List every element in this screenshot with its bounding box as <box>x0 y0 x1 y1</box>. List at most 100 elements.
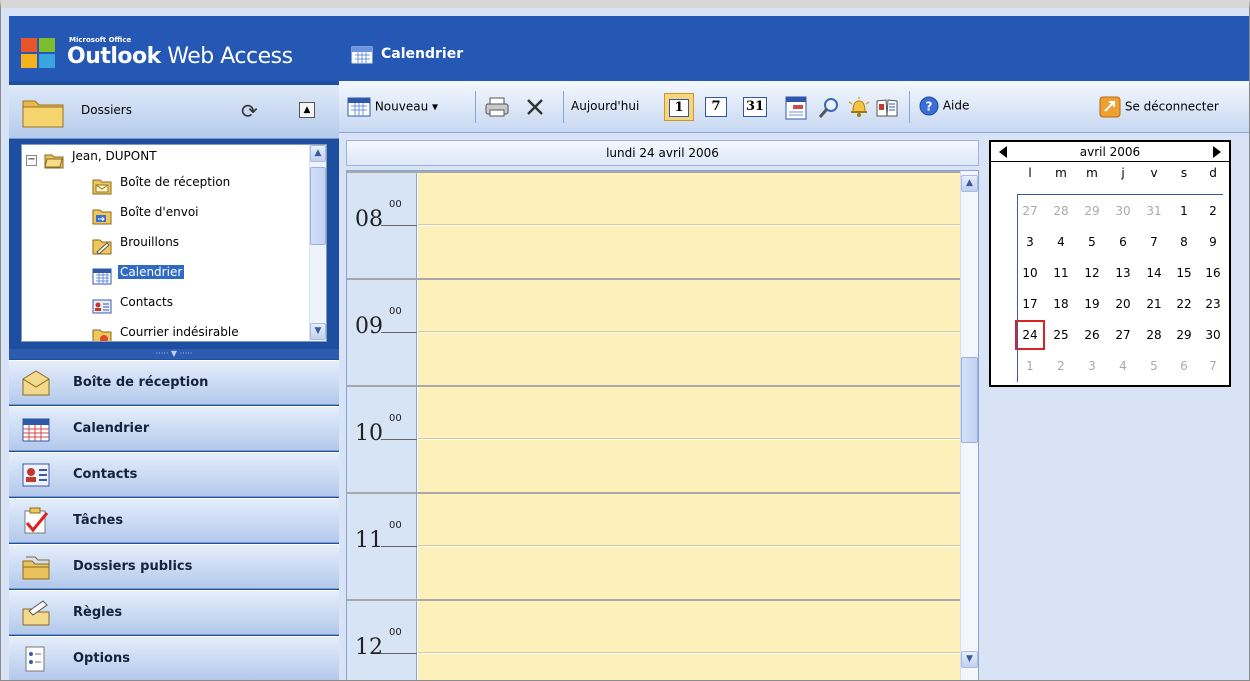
today-label: Aujourd'hui <box>571 99 640 113</box>
calendar-day[interactable]: 4 <box>1046 227 1076 257</box>
tree-item-label: Boîte d'envoi <box>120 205 199 219</box>
calendar-day[interactable]: 6 <box>1169 351 1199 381</box>
time-slot[interactable] <box>418 387 962 439</box>
calendar-day[interactable]: 2 <box>1198 196 1228 226</box>
time-slot[interactable] <box>418 440 962 492</box>
calendar-day[interactable]: 1 <box>1169 196 1199 226</box>
nav-item-tasks[interactable]: Tâches <box>9 498 339 543</box>
calendar-day[interactable]: 5 <box>1077 227 1107 257</box>
nav-item-rules[interactable]: Règles <box>9 590 339 635</box>
chevron-down-icon[interactable]: ▾ <box>432 100 438 114</box>
calendar-day[interactable]: 2 <box>1046 351 1076 381</box>
day-scrollbar[interactable]: ▲ ▼ <box>960 171 978 680</box>
time-slot[interactable] <box>418 547 962 599</box>
previous-month-icon[interactable] <box>999 146 1007 158</box>
folder-icon <box>22 100 64 128</box>
delete-button[interactable] <box>524 96 546 120</box>
calendar-day[interactable]: 30 <box>1108 196 1138 226</box>
calendar-day[interactable]: 9 <box>1198 227 1228 257</box>
nav-item-contacts[interactable]: Contacts <box>9 452 339 497</box>
calendar-day[interactable]: 4 <box>1108 351 1138 381</box>
today-button[interactable]: Aujourd'hui <box>571 99 639 123</box>
week-view-button[interactable]: 7 <box>705 97 727 121</box>
calendar-day[interactable]: 7 <box>1198 351 1228 381</box>
help-button[interactable]: ? Aide <box>919 96 969 120</box>
calendar-day[interactable]: 20 <box>1108 289 1138 319</box>
calendar-day[interactable]: 12 <box>1077 258 1107 288</box>
address-book-button[interactable] <box>875 96 899 120</box>
hour-row: 08 00 <box>347 171 962 278</box>
nav-item-options[interactable]: Options <box>9 636 339 680</box>
calendar-day[interactable]: 5 <box>1139 351 1169 381</box>
nav-item-inbox[interactable]: Boîte de réception <box>9 360 339 405</box>
time-slot[interactable] <box>418 494 962 546</box>
calendar-day[interactable]: 27 <box>1015 196 1045 226</box>
time-slot[interactable] <box>418 601 962 653</box>
reminders-button[interactable] <box>847 96 871 120</box>
new-button[interactable]: Nouveau ▾ <box>347 96 438 120</box>
scroll-thumb[interactable] <box>310 167 326 245</box>
day-view: 08 00 09 00 10 00 11 00 12 00 ▲ ▼ <box>346 170 979 680</box>
calendar-day[interactable]: 23 <box>1198 289 1228 319</box>
collapse-folders-button[interactable]: ▲ <box>299 102 315 118</box>
scroll-down-button[interactable]: ▼ <box>961 651 978 668</box>
calendar-day[interactable]: 22 <box>1169 289 1199 319</box>
calendar-day[interactable]: 29 <box>1077 196 1107 226</box>
calendar-day[interactable]: 1 <box>1015 351 1045 381</box>
folder-tree: − Jean, DUPONT Boîte de réception Boîte … <box>21 144 327 342</box>
time-slot[interactable] <box>418 654 962 680</box>
tree-scrollbar[interactable]: ▲ ▼ <box>309 145 326 341</box>
logout-button[interactable]: Se déconnecter <box>1099 96 1219 120</box>
calendar-day[interactable]: 29 <box>1169 320 1199 350</box>
calendar-day[interactable]: 24 <box>1015 320 1045 350</box>
tree-item-label: Brouillons <box>120 235 180 249</box>
calendar-day[interactable]: 11 <box>1046 258 1076 288</box>
calendar-day[interactable]: 3 <box>1077 351 1107 381</box>
scroll-thumb[interactable] <box>961 357 978 443</box>
nav-item-public-folders[interactable]: Dossiers publics <box>9 544 339 589</box>
mini-calendar-header: avril 2006 <box>991 142 1229 162</box>
address-book-icon <box>876 99 898 117</box>
calendar-day[interactable]: 16 <box>1198 258 1228 288</box>
time-slot[interactable] <box>418 333 962 385</box>
calendar-day[interactable]: 13 <box>1108 258 1138 288</box>
office-logo-icon <box>21 38 55 68</box>
scroll-up-button[interactable]: ▲ <box>961 175 978 192</box>
calendar-day[interactable]: 8 <box>1169 227 1199 257</box>
calendar-day[interactable]: 14 <box>1139 258 1169 288</box>
calendar-day[interactable]: 6 <box>1108 227 1138 257</box>
calendar-day[interactable]: 10 <box>1015 258 1045 288</box>
calendar-day[interactable]: 15 <box>1169 258 1199 288</box>
calendar-day[interactable]: 28 <box>1046 196 1076 226</box>
calendar-day[interactable]: 17 <box>1015 289 1045 319</box>
calendar-day[interactable]: 27 <box>1108 320 1138 350</box>
next-month-icon[interactable] <box>1213 146 1221 158</box>
calendar-day[interactable]: 31 <box>1139 196 1169 226</box>
pane-splitter[interactable]: ····· ▼ ····· <box>9 349 339 359</box>
toolbar: Nouveau ▾ Aujourd'hui 1 7 31 ? Aide Se d… <box>339 81 1249 133</box>
calendar-day[interactable]: 21 <box>1139 289 1169 319</box>
nav-item-calendar[interactable]: Calendrier <box>9 406 339 451</box>
scroll-down-button[interactable]: ▼ <box>310 323 326 340</box>
time-slot[interactable] <box>418 226 962 278</box>
print-button[interactable] <box>484 96 510 120</box>
calendar-day[interactable]: 28 <box>1139 320 1169 350</box>
find-button[interactable] <box>817 96 841 120</box>
refresh-icon[interactable]: ⟳ <box>241 99 258 123</box>
scroll-up-button[interactable]: ▲ <box>310 145 326 162</box>
month-view-button[interactable]: 31 <box>743 97 767 121</box>
calendar-day[interactable]: 25 <box>1046 320 1076 350</box>
calendar-day[interactable]: 26 <box>1077 320 1107 350</box>
calendar-day[interactable]: 30 <box>1198 320 1228 350</box>
calendar-day[interactable]: 7 <box>1139 227 1169 257</box>
help-label: Aide <box>942 98 970 113</box>
calendar-day[interactable]: 19 <box>1077 289 1107 319</box>
calendar-day[interactable]: 3 <box>1015 227 1045 257</box>
calendar-day[interactable]: 18 <box>1046 289 1076 319</box>
day-view-button[interactable]: 1 <box>664 93 694 121</box>
rules-icon <box>22 600 50 626</box>
tree-collapse-toggle[interactable]: − <box>26 155 37 166</box>
show-schedule-button[interactable] <box>785 96 807 120</box>
time-slot[interactable] <box>418 173 962 225</box>
time-slot[interactable] <box>418 280 962 332</box>
